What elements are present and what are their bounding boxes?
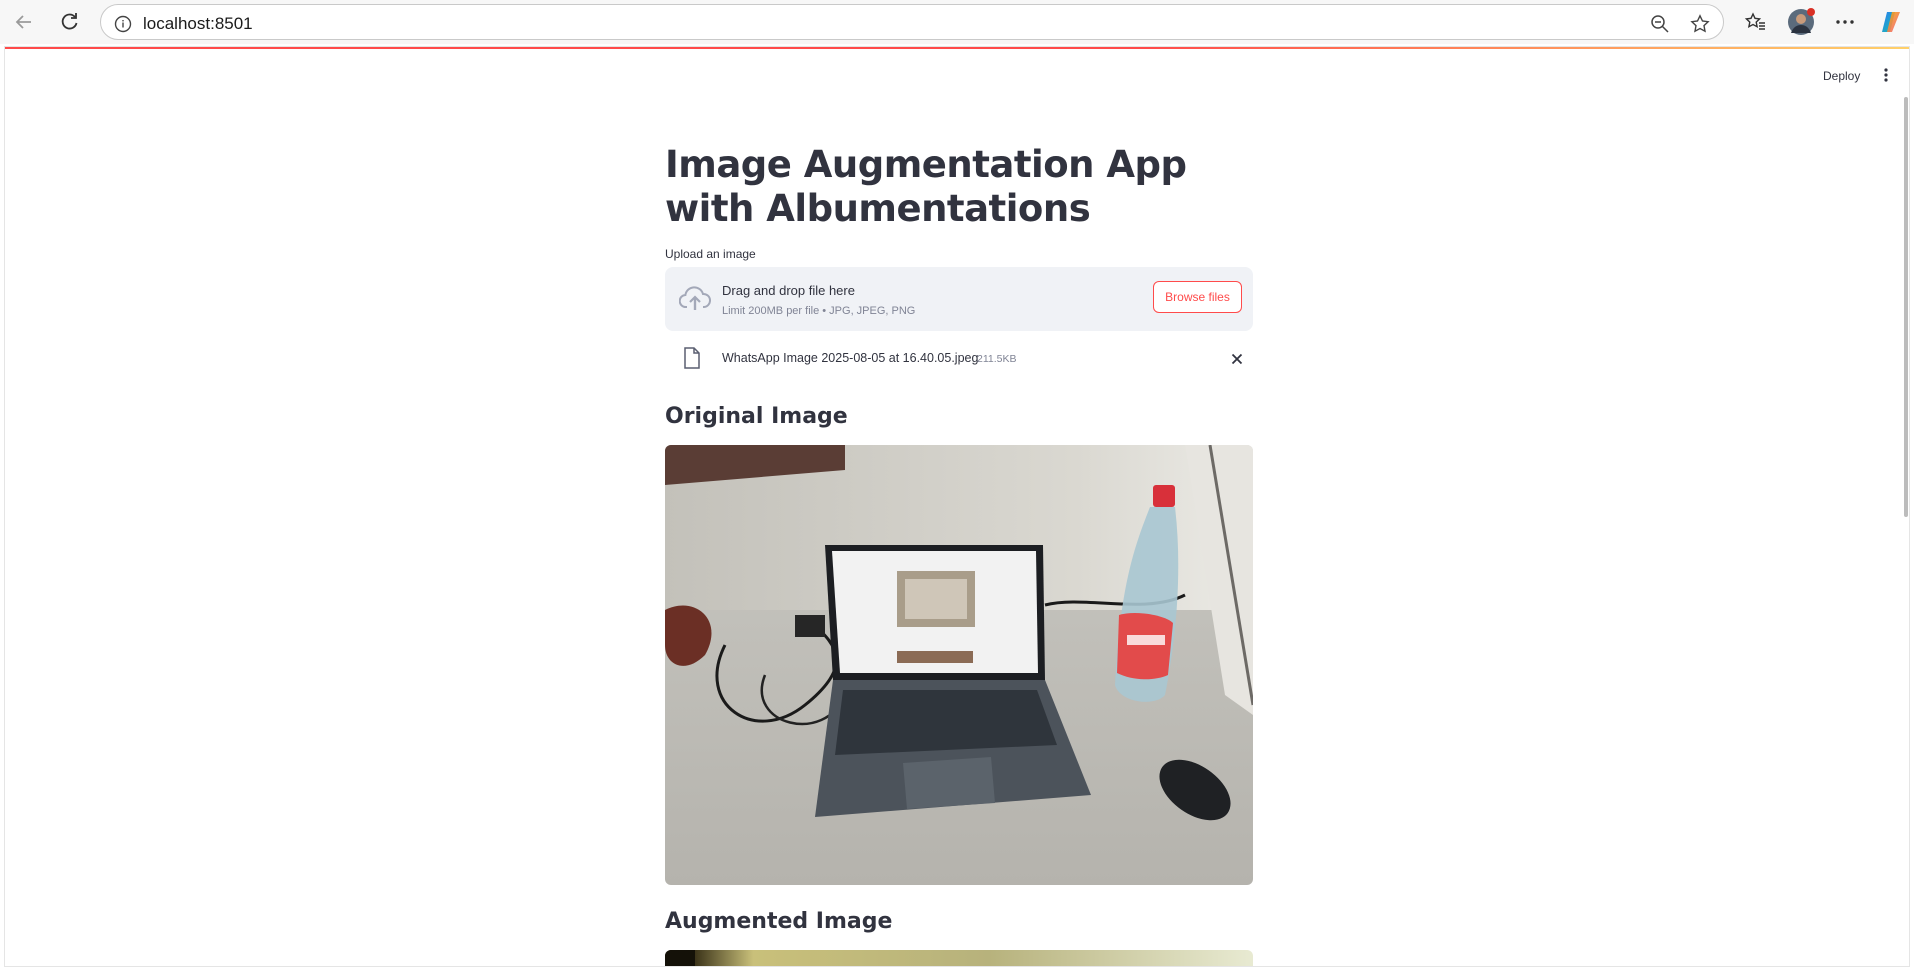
uploaded-file-row: WhatsApp Image 2025-08-05 at 16.40.05.jp… (665, 343, 1253, 379)
original-image-heading: Original Image (665, 404, 848, 429)
avatar[interactable] (1787, 8, 1815, 36)
refresh-icon[interactable] (55, 8, 83, 36)
favorites-icon[interactable] (1741, 8, 1769, 36)
close-icon[interactable] (1227, 349, 1247, 369)
zoom-out-icon[interactable] (1649, 13, 1671, 35)
file-icon (683, 347, 701, 369)
uploaded-file-name: WhatsApp Image 2025-08-05 at 16.40.05.jp… (722, 351, 979, 365)
copilot-icon[interactable] (1877, 8, 1905, 36)
page-title: Image Augmentation App with Albumentatio… (665, 143, 1187, 230)
dropzone-limits: Limit 200MB per file • JPG, JPEG, PNG (722, 305, 916, 317)
info-icon[interactable] (112, 13, 134, 35)
back-arrow-icon[interactable] (10, 8, 38, 36)
original-image (665, 445, 1253, 885)
dropzone-instructions: Drag and drop file here (722, 283, 855, 298)
url-text: localhost:8501 (143, 14, 253, 33)
file-dropzone[interactable]: Drag and drop file here Limit 200MB per … (665, 267, 1253, 331)
more-icon[interactable] (1831, 8, 1859, 36)
upload-label: Upload an image (665, 247, 756, 261)
augmented-image (665, 950, 1253, 966)
browse-files-button[interactable]: Browse files (1153, 281, 1242, 313)
kebab-menu-icon[interactable] (1877, 65, 1895, 85)
cloud-upload-icon (678, 285, 711, 313)
browser-toolbar: localhost:8501 (0, 0, 1914, 44)
star-icon[interactable] (1689, 13, 1711, 35)
augmented-image-heading: Augmented Image (665, 909, 893, 934)
scrollbar[interactable] (1904, 97, 1908, 517)
decoration-bar (5, 47, 1909, 49)
deploy-button[interactable]: Deploy (1817, 67, 1866, 85)
page-viewport: Deploy Image Augmentation App with Album… (4, 46, 1910, 967)
address-bar[interactable]: localhost:8501 (100, 4, 1724, 40)
uploaded-file-size: 211.5KB (977, 353, 1017, 365)
